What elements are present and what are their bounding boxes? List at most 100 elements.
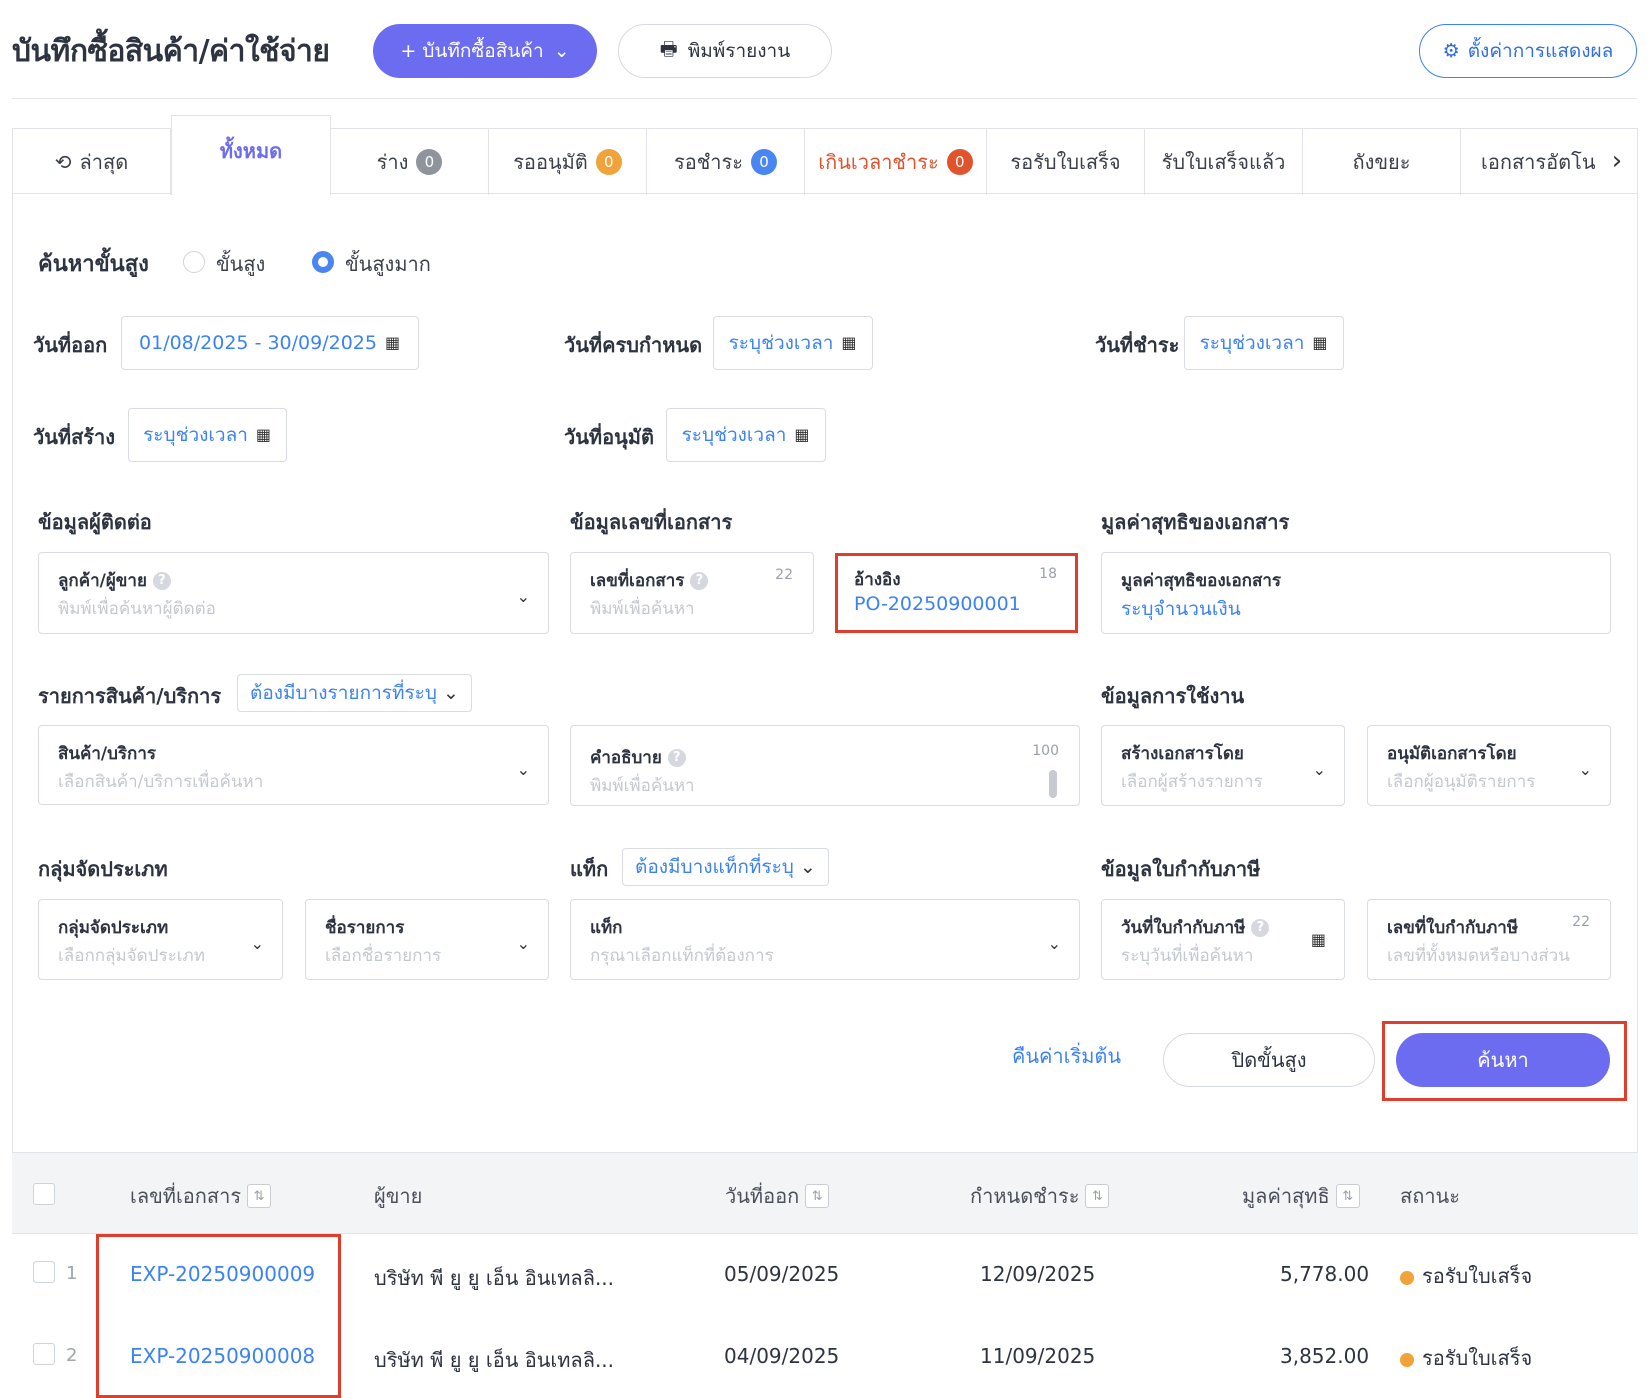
- issue-date-picker[interactable]: 01/08/2025 - 30/09/2025 ▦: [121, 316, 419, 370]
- tax-date-field[interactable]: วันที่ใบกำกับภาษี? ระบุวันที่เพื่อค้นหา …: [1101, 899, 1345, 980]
- column-label: วันที่ออก: [725, 1184, 800, 1208]
- tab-receipt-received[interactable]: รับใบเสร็จแล้ว: [1145, 129, 1303, 195]
- tab-overdue[interactable]: เกินเวลาชำระ 0: [805, 129, 987, 195]
- reset-defaults-link[interactable]: คืนค่าเริ่มต้น: [1012, 1040, 1121, 1072]
- created-by-label: สร้างเอกสารโดย: [1121, 744, 1244, 764]
- col-issue-date-header[interactable]: วันที่ออก ⇅: [725, 1180, 830, 1212]
- display-settings-label: ตั้งค่าการแสดงผล: [1467, 40, 1614, 62]
- status-text: รอรับใบเสร็จ: [1422, 1346, 1533, 1370]
- col-due-date-header[interactable]: กำหนดชำระ ⇅: [970, 1180, 1110, 1212]
- item-name-field[interactable]: ชื่อรายการ เลือกชื่อรายการ ⌄: [305, 899, 549, 980]
- tag-filter-select[interactable]: ต้องมีบางแท็กที่ระบุ ⌄: [622, 848, 829, 886]
- paid-date-picker[interactable]: ระบุช่วงเวลา ▦: [1184, 316, 1344, 370]
- page-title: บันทึกซื้อสินค้า/ค่าใช้จ่าย: [12, 34, 330, 69]
- approved-date-value: ระบุช่วงเวลา: [681, 424, 787, 446]
- net-value-cell: 3,852.00: [1280, 1344, 1370, 1368]
- status-dot: [1400, 1270, 1414, 1285]
- mode-advanced-radio[interactable]: [183, 251, 205, 273]
- mode-advanced-label: ขั้นสูง: [216, 252, 266, 276]
- product-field[interactable]: สินค้า/บริการ เลือกสินค้า/บริการเพื่อค้น…: [38, 725, 549, 805]
- tab-draft[interactable]: ร่าง 0: [331, 129, 489, 195]
- chevron-down-icon: ⌄: [250, 934, 264, 953]
- vendor-cell: บริษัท พี ยู ยู เอ็น อินเทลลิ...: [374, 1348, 615, 1372]
- tab-label: ถังขยะ: [1352, 150, 1411, 174]
- column-label: กำหนดชำระ: [970, 1184, 1080, 1208]
- issue-date-cell: 04/09/2025: [724, 1344, 840, 1368]
- col-vendor-header: ผู้ขาย: [374, 1180, 422, 1212]
- tab-all[interactable]: ทั้งหมด: [171, 115, 331, 195]
- tab-label: รอรับใบเสร็จ: [1010, 150, 1121, 174]
- tax-no-field[interactable]: เลขที่ใบกำกับภาษี 22 เลขที่ทั้งหมดหรือบา…: [1367, 899, 1611, 980]
- net-value-field[interactable]: มูลค่าสุทธิของเอกสาร ระบุจำนวนเงิน: [1101, 552, 1611, 634]
- net-value-label: มูลค่าสุทธิของเอกสาร: [1121, 571, 1281, 591]
- mode-very-advanced-radio[interactable]: [312, 251, 334, 273]
- column-label: สถานะ: [1400, 1184, 1460, 1208]
- product-filter-select[interactable]: ต้องมีบางรายการที่ระบุ ⌄: [237, 674, 472, 712]
- count-badge: 0: [416, 149, 443, 175]
- contact-field[interactable]: ลูกค้า/ผู้ขาย? พิมพ์เพื่อค้นหาผู้ติดต่อ …: [38, 552, 549, 634]
- row-checkbox[interactable]: [33, 1261, 55, 1283]
- char-count: 100: [1032, 743, 1059, 759]
- category-label: กลุ่มจัดประเภท: [58, 918, 169, 938]
- due-date-picker[interactable]: ระบุช่วงเวลา ▦: [713, 316, 873, 370]
- tab-pending-approval[interactable]: รออนุมัติ 0: [489, 129, 647, 195]
- chevron-down-icon: ⌄: [442, 682, 459, 704]
- approved-date-picker[interactable]: ระบุช่วงเวลา ▦: [666, 408, 826, 462]
- chevron-down-icon: ⌄: [1047, 934, 1061, 953]
- tab-awaiting-payment[interactable]: รอชำระ 0: [647, 129, 805, 195]
- col-net-header[interactable]: มูลค่าสุทธิ ⇅: [1242, 1180, 1360, 1212]
- item-name-placeholder: เลือกชื่อรายการ: [325, 946, 442, 966]
- print-report-button[interactable]: 🖶 พิมพ์รายงาน: [618, 24, 832, 78]
- product-label: สินค้า/บริการ: [58, 744, 157, 764]
- net-value-input: ระบุจำนวนเงิน: [1121, 598, 1241, 620]
- close-advanced-button[interactable]: ปิดขั้นสูง: [1163, 1033, 1375, 1087]
- tab-awaiting-receipt[interactable]: รอรับใบเสร็จ: [987, 129, 1145, 195]
- textarea-resize-handle[interactable]: [1049, 770, 1057, 798]
- tab-label: รออนุมัติ: [513, 150, 588, 174]
- approved-by-placeholder: เลือกผู้อนุมัติรายการ: [1387, 772, 1536, 792]
- product-placeholder: เลือกสินค้า/บริการเพื่อค้นหา: [58, 772, 264, 792]
- char-count: 22: [1572, 914, 1590, 930]
- chevron-down-icon: ⌄: [1578, 760, 1592, 779]
- tab-latest[interactable]: ⟲ ล่าสุด: [13, 129, 171, 195]
- create-purchase-button[interactable]: + บันทึกซื้อสินค้า ⌄: [373, 24, 597, 78]
- chevron-down-icon: ⌄: [1312, 760, 1326, 779]
- docno-field[interactable]: เลขที่เอกสาร? 22 พิมพ์เพื่อค้นหา: [570, 552, 814, 634]
- count-badge: 0: [946, 149, 973, 175]
- chevron-right-icon[interactable]: ›: [1597, 129, 1637, 193]
- help-icon: ?: [667, 748, 686, 767]
- tab-trash[interactable]: ถังขยะ: [1303, 129, 1461, 195]
- tab-auto-docs[interactable]: เอกสารอัตโน: [1461, 129, 1619, 195]
- contact-label-text: ลูกค้า/ผู้ขาย: [58, 571, 147, 591]
- display-settings-button[interactable]: ⚙ ตั้งค่าการแสดงผล: [1419, 24, 1637, 78]
- sort-icon: ⇅: [805, 1184, 830, 1208]
- approved-by-field[interactable]: อนุมัติเอกสารโดย เลือกผู้อนุมัติรายการ ⌄: [1367, 725, 1611, 806]
- created-date-picker[interactable]: ระบุช่วงเวลา ▦: [128, 408, 287, 462]
- description-field-label: คำอธิบาย?: [590, 744, 686, 771]
- tab-label: รอชำระ: [673, 150, 744, 174]
- tag-section-title: แท็ก: [570, 857, 609, 881]
- created-date-value: ระบุช่วงเวลา: [143, 424, 248, 446]
- mode-very-advanced-label: ขั้นสูงมาก: [345, 252, 431, 276]
- docno-field-label: เลขที่เอกสาร?: [590, 567, 709, 594]
- docno-label-text: เลขที่เอกสาร: [590, 571, 685, 591]
- column-label: เลขที่เอกสาร: [130, 1184, 242, 1208]
- description-label-text: คำอธิบาย: [590, 748, 662, 768]
- category-field[interactable]: กลุ่มจัดประเภท เลือกกลุ่มจัดประเภท ⌄: [38, 899, 283, 980]
- col-docno-header[interactable]: เลขที่เอกสาร ⇅: [130, 1180, 272, 1212]
- count-badge: 0: [595, 149, 622, 175]
- calendar-icon: ▦: [794, 425, 810, 444]
- row-checkbox[interactable]: [33, 1343, 55, 1365]
- tag-filter-value: ต้องมีบางแท็กที่ระบุ: [635, 856, 794, 878]
- tax-date-field-label: วันที่ใบกำกับภาษี?: [1121, 914, 1270, 941]
- tab-label: ล่าสุด: [79, 150, 129, 174]
- printer-icon: 🖶: [659, 38, 678, 60]
- created-by-field[interactable]: สร้างเอกสารโดย เลือกผู้สร้างรายการ ⌄: [1101, 725, 1345, 806]
- paid-date-value: ระบุช่วงเวลา: [1199, 332, 1305, 354]
- description-field[interactable]: คำอธิบาย? 100 พิมพ์เพื่อค้นหา: [570, 725, 1080, 806]
- due-date-value: ระบุช่วงเวลา: [728, 332, 834, 354]
- tag-field[interactable]: แท็ก กรุณาเลือกแท็กที่ต้องการ ⌄: [570, 899, 1080, 980]
- calendar-icon: ▦: [1312, 333, 1328, 352]
- select-all-checkbox[interactable]: [33, 1183, 55, 1205]
- description-placeholder: พิมพ์เพื่อค้นหา: [590, 776, 695, 796]
